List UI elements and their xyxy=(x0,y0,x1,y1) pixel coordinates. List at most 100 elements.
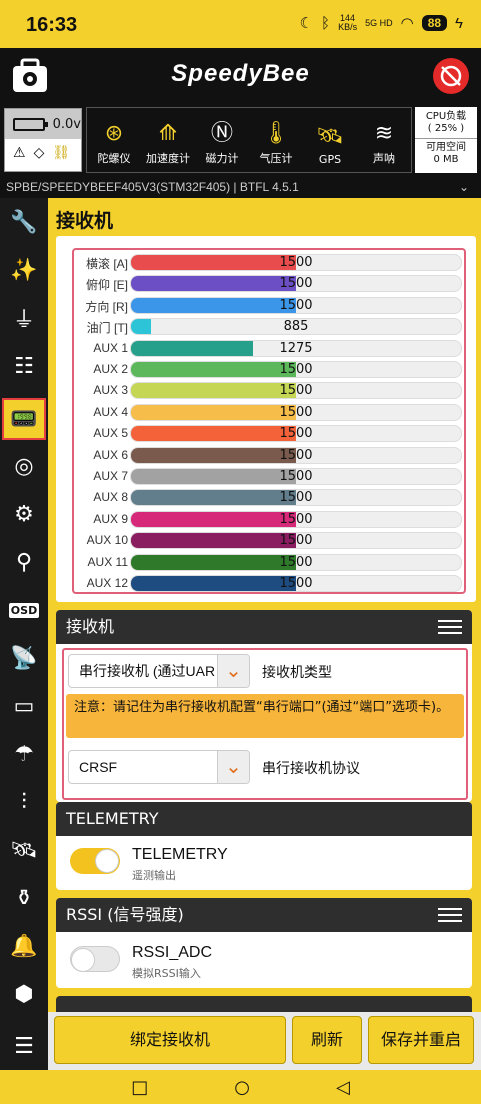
pot-icon: ⚱ xyxy=(14,885,34,911)
channel-row: 油门 [T] 885 xyxy=(74,316,468,337)
sidebar-item-blackbox[interactable]: ⚱ xyxy=(0,874,48,922)
receiver-settings: 串行接收机 (通过UAR ⌄ 接收机类型 注意：请记住为串行接收机配置“串行端口… xyxy=(62,648,468,800)
channel-label: AUX 5 xyxy=(93,426,128,441)
sensor-list: ⊛ 陀螺仪 ⟰ 加速度计 Ⓝ 磁力计 🌡 气压计 🛰 GPS ≋ 声呐 xyxy=(86,107,412,173)
clock: 16:33 xyxy=(26,14,78,36)
channel-value: 1500 xyxy=(279,554,313,570)
channel-label: 方向 [R] xyxy=(85,299,128,314)
recents-icon[interactable]: □ xyxy=(131,1077,148,1098)
rssi-panel: RSSI (信号强度) RSSI_ADC 模拟RSSI输入 xyxy=(56,898,472,988)
sidebar-item-wizard[interactable]: ✨ xyxy=(0,246,48,294)
channel-label: AUX 3 xyxy=(93,383,128,398)
sidebar-item-led[interactable]: 🔔 xyxy=(0,922,48,970)
cpu-status: CPU负载 ( 25% ) 可用空间 0 MB xyxy=(415,107,477,173)
channel-label: AUX 10 xyxy=(86,533,128,548)
telemetry-toggle[interactable] xyxy=(70,848,120,874)
receiver-type-value: 串行接收机 (通过UAR xyxy=(79,663,216,679)
channel-value: 1500 xyxy=(279,426,313,442)
sidebar-item-vtx[interactable]: 📡 xyxy=(0,634,48,682)
free-space-label: 可用空间 xyxy=(426,142,466,153)
sidebar-item-failsafe[interactable]: ☂ xyxy=(0,730,48,778)
channel-row: AUX 6 1500 xyxy=(74,445,468,466)
refresh-button[interactable]: 刷新 xyxy=(292,1016,362,1064)
sensor-accel: ⟰ 加速度计 xyxy=(141,108,195,172)
sidebar-item-osd[interactable]: OSD xyxy=(0,586,48,634)
channel-label: 油门 [T] xyxy=(86,321,128,336)
menu-icon[interactable] xyxy=(438,620,462,634)
battery-voltage: 0.0v xyxy=(52,116,81,132)
channel-bar: 885 xyxy=(130,318,462,336)
sensor-label: 磁力计 xyxy=(205,152,239,165)
channel-value: 1500 xyxy=(279,255,313,270)
sidebar-item-receiver[interactable]: 📟 xyxy=(2,398,46,440)
save-reboot-button[interactable]: 保存并重启 xyxy=(368,1016,474,1064)
serial-port-notice: 注意：请记住为串行接收机配置“串行端口”(通过“端口”选项卡)。 xyxy=(66,694,464,738)
moon-icon: ☾ xyxy=(299,15,314,32)
sensor-label: 陀螺仪 xyxy=(97,152,131,165)
warning-icon: ⚠ xyxy=(13,145,26,161)
wrench-icon: 🔧 xyxy=(10,209,38,235)
sidebar-menu-button[interactable]: ☰ xyxy=(0,1022,48,1070)
channel-row: AUX 10 1500 xyxy=(74,530,468,551)
app-logo: SpeedyBee xyxy=(171,60,310,87)
channel-label: AUX 2 xyxy=(93,362,128,376)
no-drone-icon xyxy=(440,65,462,87)
sidebar-item-config[interactable]: ☷ xyxy=(0,342,48,390)
rssi-toggle[interactable] xyxy=(70,946,120,972)
channel-bar: 1500 xyxy=(130,489,462,507)
disc-icon: ◎ xyxy=(14,453,34,479)
firmware-bar[interactable]: SPBE/SPEEDYBEEF405V3(STM32F405) | BTFL 4… xyxy=(0,176,481,198)
channel-bar: 1500 xyxy=(130,553,462,571)
osd-icon: OSD xyxy=(8,602,40,618)
channel-label: 俯仰 [E] xyxy=(85,278,128,293)
bind-receiver-button[interactable]: 绑定接收机 xyxy=(54,1016,286,1064)
sidebar-item-battery[interactable]: ▭ xyxy=(0,682,48,730)
home-icon[interactable]: ○ xyxy=(234,1077,250,1098)
channel-row: AUX 11 1500 xyxy=(74,552,468,573)
bluetooth-icon: ᛒ xyxy=(321,14,331,32)
channel-monitor: 横滚 [A] 1500 俯仰 [E] 1500 方向 [R] 1500 油门 [T] 885 A… xyxy=(56,236,476,602)
disconnect-button[interactable] xyxy=(433,58,469,94)
sidebar-item-tuning[interactable]: ⫶ xyxy=(0,778,48,826)
channel-value: 1500 xyxy=(279,383,313,399)
sidebar-item-gps[interactable]: 🛰 xyxy=(0,826,48,874)
battery-indicator: 88 xyxy=(421,15,448,31)
sensor-label: 气压计 xyxy=(259,152,293,165)
channel-bar: 1500 xyxy=(130,382,462,400)
sidebar-item-network[interactable]: ⚲ xyxy=(0,538,48,586)
chevron-down-icon[interactable]: ⌄ xyxy=(459,176,469,198)
sidebar-item-setup[interactable]: 🔧 xyxy=(0,198,48,246)
channel-label: 横滚 [A] xyxy=(85,257,128,271)
barometer-icon: 🌡 xyxy=(262,121,290,146)
receiver-panel: 接收机 串行接收机 (通过UAR ⌄ 接收机类型 注意：请记住为串行接收机配置“… xyxy=(56,610,472,802)
receiver-protocol-select[interactable]: CRSF ⌄ xyxy=(68,750,250,784)
menu-icon[interactable] xyxy=(438,908,462,922)
channel-value: 1275 xyxy=(279,340,313,356)
sidebar-item-settings[interactable]: ⚙ xyxy=(0,490,48,538)
channel-row: AUX 5 1500 xyxy=(74,423,468,444)
sidebar-item-motors[interactable]: ◎ xyxy=(0,442,48,490)
cube-icon: ⬢ xyxy=(14,981,34,1007)
gps-icon: 🛰 xyxy=(316,124,344,149)
sidebar-item-presets[interactable]: ⬢ xyxy=(0,970,48,1018)
telemetry-panel-title: TELEMETRY xyxy=(66,809,159,828)
back-icon[interactable]: ◁ xyxy=(336,1077,350,1098)
sensor-label: GPS xyxy=(318,153,342,166)
link-icon: ⛓ xyxy=(52,145,71,161)
channel-bar: 1500 xyxy=(130,275,462,293)
action-bar: 绑定接收机 刷新 保存并重启 xyxy=(48,1012,481,1070)
channel-value: 1500 xyxy=(279,404,313,420)
battery-icon xyxy=(13,117,48,131)
cpu-load-value: ( 25% ) xyxy=(427,123,465,134)
receiver-type-select[interactable]: 串行接收机 (通过UAR ⌄ xyxy=(68,654,250,688)
channel-value: 1500 xyxy=(279,447,313,463)
sidebar-item-power[interactable]: ⏚ xyxy=(0,294,48,342)
receiver-panel-title: 接收机 xyxy=(66,617,115,636)
next-panel-header xyxy=(56,996,472,1012)
chevron-down-icon: ⌄ xyxy=(217,751,249,783)
sensor-label: 加速度计 xyxy=(146,152,190,165)
sensor-gyro: ⊛ 陀螺仪 xyxy=(87,108,141,172)
status-bar: 16:33 ☾ ᛒ 144 KB/s 5G HD ◠ 88 ϟ xyxy=(0,0,481,48)
network-type: 5G HD xyxy=(365,18,393,28)
channel-label: AUX 12 xyxy=(86,576,128,590)
